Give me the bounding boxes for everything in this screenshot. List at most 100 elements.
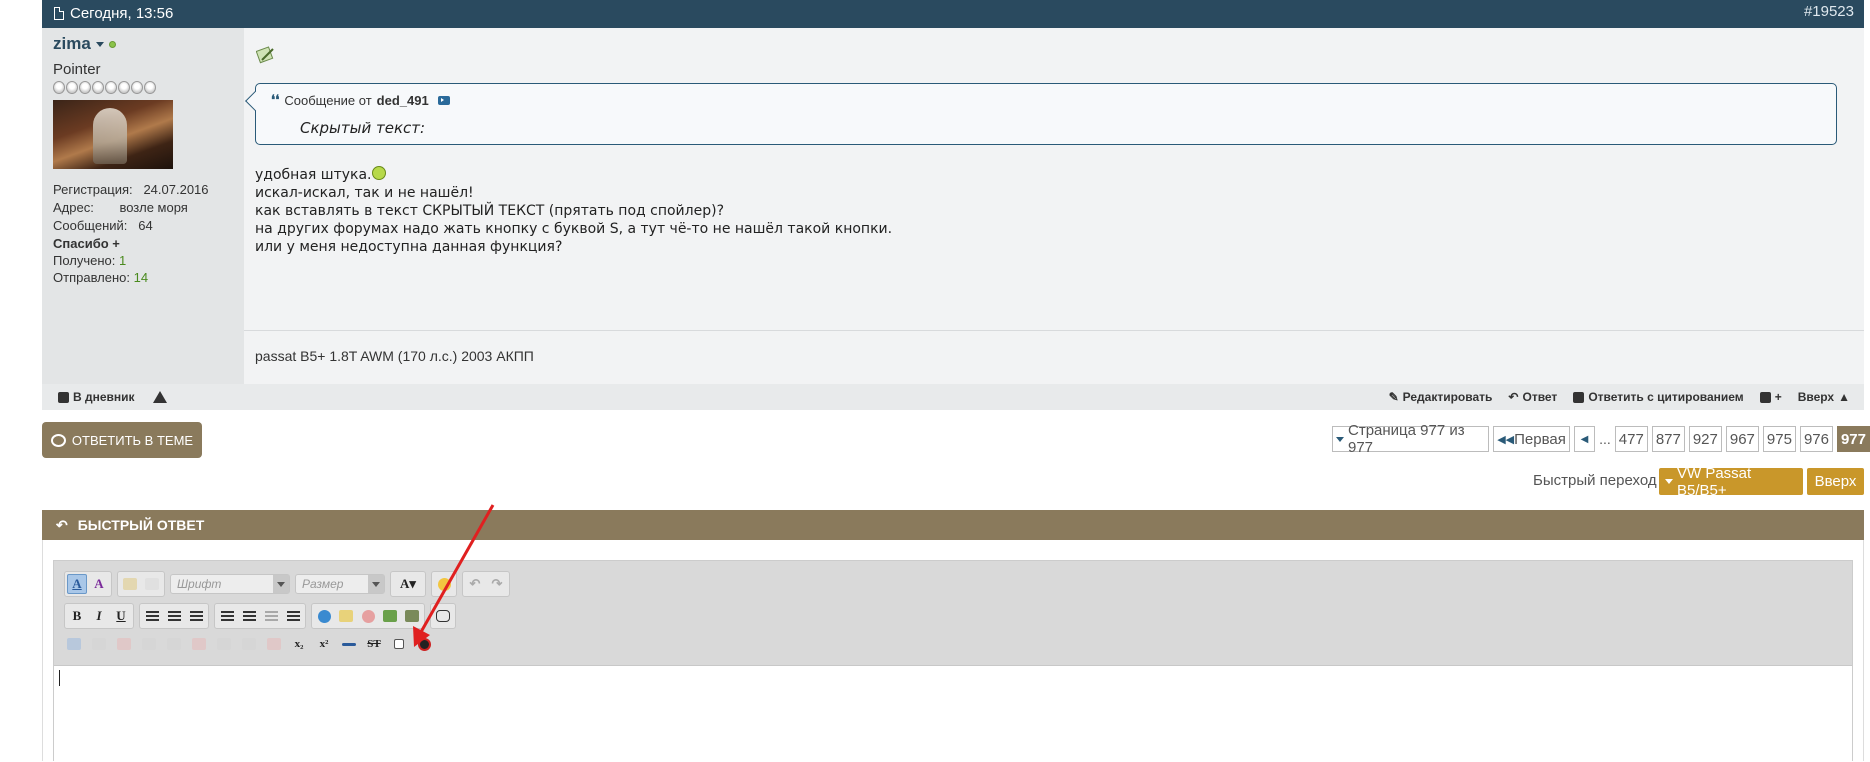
sent-row: Отправлено: 14 xyxy=(53,270,148,285)
messages-row: Сообщений: 64 xyxy=(53,218,153,233)
page-link[interactable]: 877 xyxy=(1651,426,1685,452)
hide-icon[interactable] xyxy=(414,634,434,654)
signature-divider xyxy=(244,330,1864,331)
post-icon xyxy=(256,46,274,64)
post-number-link[interactable]: #19523 xyxy=(1804,3,1854,20)
align-center-icon[interactable] xyxy=(164,606,184,626)
page-link[interactable]: 477 xyxy=(1614,426,1648,452)
first-page-label: Первая xyxy=(1514,430,1566,448)
quote-icon[interactable] xyxy=(433,606,453,626)
link-icon[interactable] xyxy=(314,606,334,626)
subscript-icon[interactable]: x₂ xyxy=(289,634,309,654)
font-select[interactable]: Шрифт xyxy=(170,574,290,594)
outdent-icon[interactable] xyxy=(261,606,281,626)
messages-label: Сообщений: xyxy=(53,218,128,233)
unordered-list-icon[interactable] xyxy=(239,606,259,626)
align-right-icon[interactable] xyxy=(186,606,206,626)
quote-tab xyxy=(245,91,265,111)
username-menu[interactable]: zima xyxy=(53,34,116,54)
arrow-up-icon: ▲ xyxy=(1838,390,1850,404)
size-select[interactable]: Размер xyxy=(295,574,385,594)
paste-icon[interactable] xyxy=(120,574,140,594)
first-page-link[interactable]: ◀◀ Первая xyxy=(1493,426,1570,452)
table-delete-glyph xyxy=(117,638,131,650)
page-select[interactable]: Страница 977 из 977 xyxy=(1332,422,1490,456)
undo-icon[interactable]: ↶ xyxy=(465,574,485,594)
bold-icon[interactable]: B xyxy=(67,606,87,626)
sent-value[interactable]: 14 xyxy=(134,270,148,285)
col-right-icon[interactable] xyxy=(239,634,259,654)
quote-glyph xyxy=(436,610,450,622)
view-post-icon[interactable] xyxy=(437,95,450,105)
reply-in-thread-button[interactable]: ОТВЕТИТЬ В ТЕМЕ xyxy=(42,422,202,458)
reputation-icon xyxy=(131,81,143,94)
align-left-glyph xyxy=(145,611,159,621)
page-link[interactable]: 975 xyxy=(1762,426,1796,452)
thanks-row: Спасибо + xyxy=(53,236,120,251)
page-link[interactable]: 976 xyxy=(1799,426,1833,452)
quote-bubble-icon xyxy=(1573,391,1585,403)
edit-button[interactable]: ✎ Редактировать xyxy=(1389,390,1493,404)
top-link[interactable]: Вверх ▲ xyxy=(1798,390,1850,404)
toolbar-group-color: A▾ xyxy=(390,571,426,597)
reputation-icon xyxy=(105,81,117,94)
row-delete-icon[interactable] xyxy=(189,634,209,654)
received-value[interactable]: 1 xyxy=(119,253,126,268)
strikethrough-icon[interactable]: ST xyxy=(364,634,384,654)
font-select-label: Шрифт xyxy=(177,577,222,591)
received-label: Получено: xyxy=(53,253,116,268)
table-icon[interactable] xyxy=(64,634,84,654)
edit-label: Редактировать xyxy=(1402,390,1493,404)
message-textarea[interactable] xyxy=(54,665,1852,762)
paste-text-icon[interactable] xyxy=(142,574,162,594)
ordered-list-icon[interactable] xyxy=(217,606,237,626)
page-link[interactable]: 967 xyxy=(1725,426,1759,452)
paste-glyph xyxy=(123,578,137,590)
pencil-icon: ✎ xyxy=(1388,390,1399,404)
row-above-icon[interactable] xyxy=(139,634,159,654)
username[interactable]: zima xyxy=(53,34,91,54)
wysiwyg-mode-icon[interactable]: A xyxy=(67,574,87,594)
chevron-down-icon[interactable] xyxy=(95,41,104,47)
email-icon[interactable] xyxy=(336,606,356,626)
paste-text-glyph xyxy=(145,578,159,590)
toolbar-row-1: A A Шрифт Размер A▾ ↶ ↷ xyxy=(64,571,510,597)
image-icon[interactable] xyxy=(380,606,400,626)
col-delete-icon[interactable] xyxy=(264,634,284,654)
video-icon[interactable] xyxy=(402,606,422,626)
page-link[interactable]: 927 xyxy=(1688,426,1722,452)
unlink-icon[interactable] xyxy=(358,606,378,626)
report-button[interactable] xyxy=(152,391,167,403)
text-color-icon[interactable]: A▾ xyxy=(393,574,423,594)
diary-button[interactable]: В дневник xyxy=(58,390,135,404)
horizontal-rule-icon[interactable] xyxy=(339,634,359,654)
chevron-left-icon: ◀ xyxy=(1580,433,1589,445)
remove-format-icon[interactable]: A xyxy=(89,574,109,594)
spoiler-icon[interactable] xyxy=(389,634,409,654)
reg-date-row: Регистрация: 24.07.2016 xyxy=(53,182,209,197)
reply-button[interactable]: ↶ Ответ xyxy=(1508,390,1557,404)
redo-icon[interactable]: ↷ xyxy=(487,574,507,594)
table-delete-icon[interactable] xyxy=(114,634,134,654)
smilies-icon[interactable] xyxy=(434,574,454,594)
table-glyph xyxy=(67,638,81,650)
italic-icon[interactable]: I xyxy=(89,606,109,626)
quick-jump-select[interactable]: VW Passat B5/B5+ xyxy=(1659,465,1803,499)
underline-icon[interactable]: U xyxy=(111,606,131,626)
row-below-icon[interactable] xyxy=(164,634,184,654)
superscript-icon[interactable]: x² xyxy=(314,634,334,654)
align-left-icon[interactable] xyxy=(142,606,162,626)
image-glyph xyxy=(383,610,397,622)
col-delete-glyph xyxy=(267,638,281,650)
indent-icon[interactable] xyxy=(283,606,303,626)
message-text: удобная штука. искал-искал, так и не наш… xyxy=(255,166,892,256)
plus-icon: + xyxy=(1774,390,1782,404)
top-button[interactable]: Вверх xyxy=(1807,468,1864,495)
multi-quote-button[interactable]: + xyxy=(1759,390,1782,404)
avatar[interactable] xyxy=(53,100,173,169)
reply-with-quote-button[interactable]: Ответить с цитированием xyxy=(1573,390,1744,404)
quick-reply-title: БЫСТРЫЙ ОТВЕТ xyxy=(77,517,205,533)
col-left-icon[interactable] xyxy=(214,634,234,654)
prev-page-link[interactable]: ◀ xyxy=(1573,426,1596,452)
table-insert-icon[interactable] xyxy=(89,634,109,654)
